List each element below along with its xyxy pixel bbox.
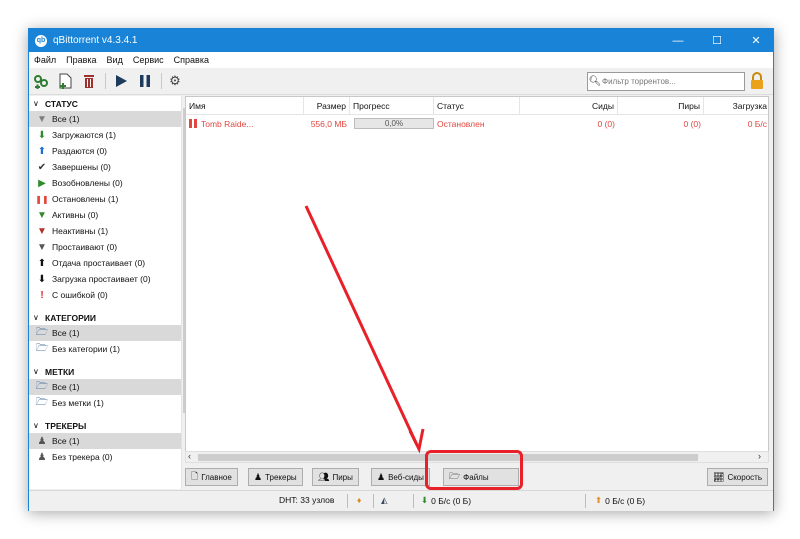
annotation-arrow	[304, 205, 425, 454]
arrow-head	[408, 428, 425, 454]
arrow-line	[304, 205, 419, 446]
highlight-box	[425, 450, 523, 490]
